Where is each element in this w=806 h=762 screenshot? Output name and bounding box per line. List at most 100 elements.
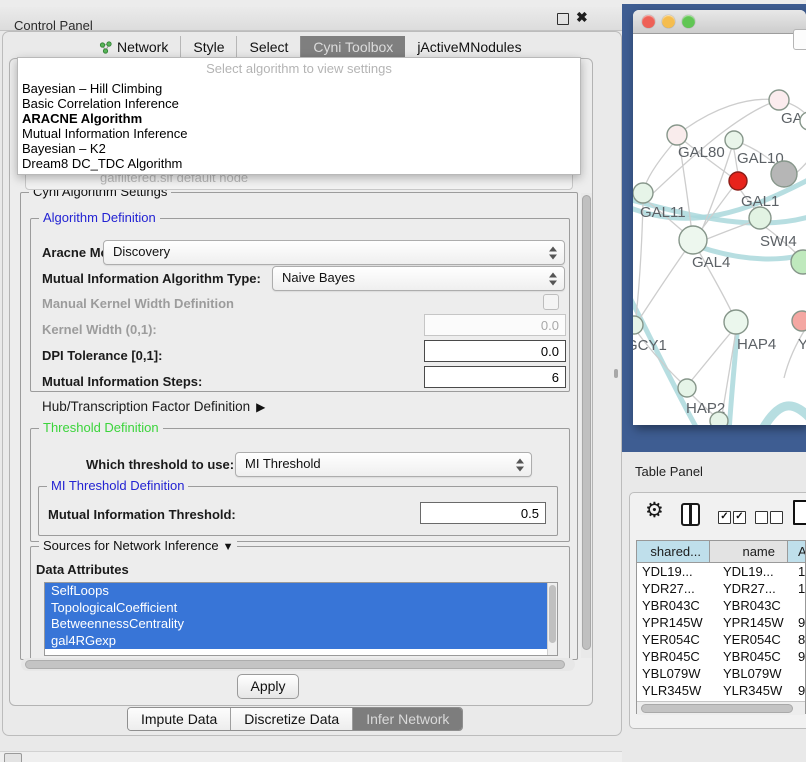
algorithm-option[interactable]: Bayesian – K2 <box>18 141 580 156</box>
algorithm-option[interactable]: Bayesian – Hill Climbing <box>18 81 580 96</box>
group-title: MI Threshold Definition <box>47 478 188 493</box>
scrollbar-thumb[interactable] <box>641 704 793 713</box>
algorithm-option[interactable]: Mutual Information Inference <box>18 126 580 141</box>
node-label: GAL80 <box>678 144 725 161</box>
network-window-titlebar[interactable] <box>633 10 806 34</box>
table-row[interactable]: YLR345WYLR345W9. <box>637 682 806 699</box>
column-header[interactable]: shared... <box>637 541 710 563</box>
table-row[interactable]: YDL19...YDL19...13 <box>637 563 806 580</box>
network-node[interactable] <box>724 310 748 334</box>
tab-jactivemnodules[interactable]: jActiveMNodules <box>405 36 533 58</box>
mi-algorithm-type-label: Mutual Information Algorithm Type: <box>42 271 261 286</box>
aracne-mode-combo[interactable]: Discovery <box>103 240 565 265</box>
mi-algorithm-type-combo[interactable]: Naive Bayes <box>272 266 565 291</box>
algorithm-option[interactable]: Basic Correlation Inference <box>18 96 580 111</box>
table-cell: YLR345W <box>710 682 788 699</box>
table-cell: YBL079W <box>637 665 710 682</box>
table-cell: YPR145W <box>710 614 788 631</box>
settings-horizontal-scrollbar[interactable] <box>21 658 575 671</box>
tab-select[interactable]: Select <box>236 36 300 58</box>
scrollbar-thumb[interactable] <box>582 195 591 650</box>
algorithm-select-dropdown[interactable]: Select algorithm to view settings Bayesi… <box>17 57 581 175</box>
minimize-window-icon[interactable] <box>662 15 675 28</box>
scrollbar-thumb[interactable] <box>549 585 556 643</box>
close-icon[interactable]: ✖ <box>576 9 588 26</box>
table-cell: 13 <box>788 563 806 580</box>
columns-icon[interactable] <box>681 503 700 526</box>
close-window-icon[interactable] <box>642 15 655 28</box>
table-row[interactable]: YBR045CYBR045C9. <box>637 648 806 665</box>
table-cell: YER054C <box>637 631 710 648</box>
table-cell: YBR043C <box>710 597 788 614</box>
table-cell: 12 <box>788 580 806 597</box>
bottom-tab-bar: Impute Data Discretize Data Infer Networ… <box>127 707 463 731</box>
table-cell: YDL19... <box>637 563 710 580</box>
list-scrollbar[interactable] <box>547 583 557 655</box>
docked-panel-icon[interactable] <box>4 753 22 762</box>
combo-stepper-icon <box>549 246 558 259</box>
expand-right-icon: ▶ <box>256 400 265 414</box>
algorithm-option[interactable]: ARACNE Algorithm <box>18 111 580 126</box>
checked-checkbox-icon[interactable]: ✓ <box>733 511 746 524</box>
dpi-tolerance-field[interactable] <box>424 340 566 362</box>
network-node[interactable] <box>679 226 707 254</box>
network-node[interactable] <box>792 311 806 331</box>
data-attribute-item[interactable]: SelfLoops <box>45 583 557 600</box>
checked-checkbox-icon[interactable]: ✓ <box>718 511 731 524</box>
network-node[interactable] <box>633 183 653 203</box>
tab-impute-data[interactable]: Impute Data <box>128 708 230 730</box>
scrollbar-thumb[interactable] <box>25 660 565 669</box>
table-row[interactable]: YBR043CYBR043C <box>637 597 806 614</box>
collapse-down-icon[interactable]: ▼ <box>223 541 234 553</box>
network-node[interactable] <box>678 379 696 397</box>
document-icon[interactable] <box>793 500 806 525</box>
gear-icon[interactable]: ⚙ <box>645 500 664 522</box>
algorithm-option[interactable]: Dream8 DC_TDC Algorithm <box>18 156 580 171</box>
tab-network[interactable]: Network <box>87 36 180 58</box>
tab-style[interactable]: Style <box>180 36 236 58</box>
data-attribute-item[interactable]: TopologicalCoefficient <box>45 600 557 617</box>
network-node[interactable] <box>769 90 789 110</box>
table-row[interactable]: YER054CYER054C8. <box>637 631 806 648</box>
network-node[interactable] <box>725 131 743 149</box>
network-node[interactable] <box>791 250 806 274</box>
table-row[interactable]: YDR27...YDR27...12 <box>637 580 806 597</box>
manual-kernel-width-checkbox[interactable] <box>543 294 559 310</box>
settings-vertical-scrollbar[interactable] <box>581 193 592 658</box>
network-node[interactable] <box>729 172 747 190</box>
data-attributes-list[interactable]: SelfLoopsTopologicalCoefficientBetweenne… <box>44 582 558 656</box>
tab-infer-network[interactable]: Infer Network <box>352 708 462 730</box>
network-canvas[interactable]: GALGAL80GAL10GAL1GAL11SWI4GAL4GCY1HAP4YH… <box>633 34 806 425</box>
data-attributes-label: Data Attributes <box>36 562 129 577</box>
hub-definition-toggle[interactable]: Hub/Transcription Factor Definition▶ <box>42 399 265 414</box>
column-header[interactable]: A <box>788 541 806 563</box>
table-cell: 8. <box>788 631 806 648</box>
mi-steps-field[interactable] <box>424 366 566 388</box>
tab-cyni-toolbox[interactable]: Cyni Toolbox <box>300 36 405 58</box>
kernel-width-field[interactable] <box>424 314 566 336</box>
control-panel-header: Control Panel <box>0 7 623 31</box>
float-panel-icon[interactable] <box>557 13 569 25</box>
apply-button[interactable]: Apply <box>237 674 299 699</box>
table-row[interactable]: YPR145WYPR145W9. <box>637 614 806 631</box>
data-attribute-item[interactable]: BetweennessCentrality <box>45 616 557 633</box>
bottom-panel-edge <box>0 751 622 762</box>
tab-discretize-data[interactable]: Discretize Data <box>230 708 352 730</box>
table-horizontal-scrollbar[interactable] <box>637 701 805 715</box>
which-threshold-combo[interactable]: MI Threshold <box>235 452 532 477</box>
unchecked-checkbox-icon[interactable] <box>755 511 768 524</box>
table-cell: YDR27... <box>637 580 710 597</box>
zoom-window-icon[interactable] <box>682 15 695 28</box>
data-attribute-item[interactable]: gal4RGexp <box>45 633 557 650</box>
table-row[interactable]: YBL079WYBL079W <box>637 665 806 682</box>
network-node[interactable] <box>749 207 771 229</box>
network-node[interactable] <box>710 412 728 425</box>
network-view-window[interactable]: GALGAL80GAL10GAL1GAL11SWI4GAL4GCY1HAP4YH… <box>633 10 806 425</box>
mi-threshold-field[interactable] <box>420 502 546 524</box>
column-header[interactable]: name <box>710 541 788 563</box>
network-node[interactable] <box>667 125 687 145</box>
unchecked-checkbox-icon[interactable] <box>770 511 783 524</box>
network-node[interactable] <box>771 161 797 187</box>
panel-divider-grip[interactable] <box>614 369 618 378</box>
table-cell: 9. <box>788 682 806 699</box>
